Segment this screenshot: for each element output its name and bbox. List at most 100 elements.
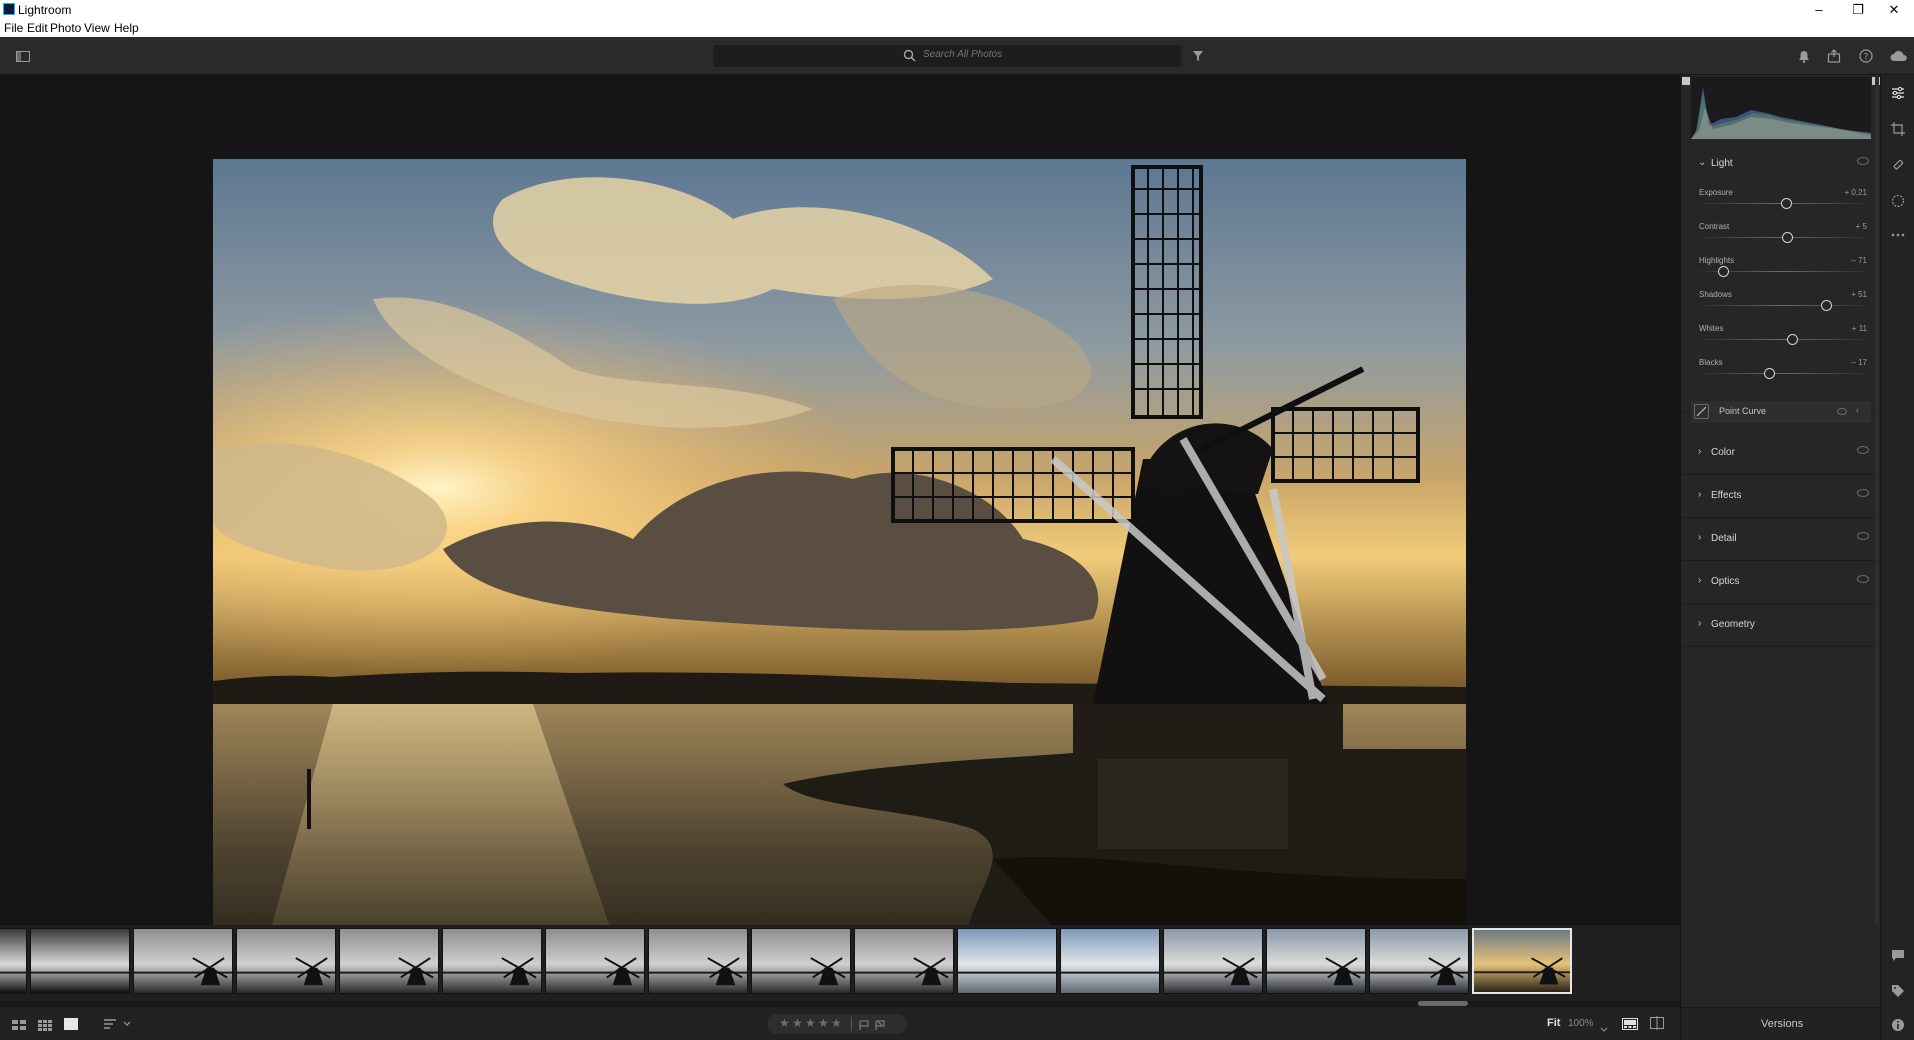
- chevron-down-icon[interactable]: [1600, 1020, 1608, 1038]
- star-5[interactable]: ★: [831, 1016, 842, 1030]
- filmstrip-thumbnail[interactable]: [1472, 928, 1572, 994]
- detail-section[interactable]: › Detail: [1681, 518, 1881, 561]
- slider-knob[interactable]: [1718, 266, 1730, 277]
- close-button[interactable]: ✕: [1874, 0, 1914, 20]
- slider-blacks[interactable]: Blacks – 17: [1699, 358, 1871, 392]
- effects-section-title[interactable]: Effects: [1711, 490, 1741, 501]
- eye-icon[interactable]: [1857, 489, 1869, 497]
- share-icon[interactable]: [1824, 46, 1844, 66]
- slider-value[interactable]: – 17: [1851, 358, 1867, 367]
- point-curve-row[interactable]: Point Curve ‹: [1691, 401, 1871, 423]
- menu-file[interactable]: File: [4, 21, 23, 35]
- flag-reject-icon[interactable]: [875, 1018, 885, 1036]
- chevron-right-icon[interactable]: ›: [1698, 489, 1701, 500]
- chevron-right-icon[interactable]: ›: [1698, 575, 1701, 586]
- filmstrip-thumbnail[interactable]: [854, 928, 954, 994]
- slider-value[interactable]: + 51: [1851, 290, 1867, 299]
- geometry-section[interactable]: › Geometry: [1681, 604, 1881, 647]
- slider-whites[interactable]: Whites + 11: [1699, 324, 1871, 358]
- masking-icon[interactable]: [1888, 191, 1908, 211]
- slider-track[interactable]: [1699, 373, 1867, 374]
- star-3[interactable]: ★: [805, 1016, 816, 1030]
- tag-icon[interactable]: [1888, 981, 1908, 1001]
- eye-icon[interactable]: [1857, 575, 1869, 583]
- search-input[interactable]: [923, 49, 1163, 60]
- filter-icon[interactable]: [1188, 46, 1208, 66]
- chevron-right-icon[interactable]: ›: [1698, 618, 1701, 629]
- filmstrip-thumbnail[interactable]: [751, 928, 851, 994]
- grid-large-icon[interactable]: [12, 1018, 26, 1036]
- menu-edit[interactable]: Edit: [27, 21, 48, 35]
- slider-knob[interactable]: [1820, 300, 1832, 311]
- help-icon[interactable]: ?: [1856, 46, 1876, 66]
- cloud-icon[interactable]: [1889, 46, 1909, 66]
- filmstrip-thumbnail[interactable]: [30, 928, 130, 994]
- slider-exposure[interactable]: Exposure + 0,21: [1699, 188, 1871, 222]
- more-icon[interactable]: [1888, 225, 1908, 245]
- slider-shadows[interactable]: Shadows + 51: [1699, 290, 1871, 324]
- eye-icon[interactable]: [1837, 408, 1847, 415]
- panel-scrollbar[interactable]: [1875, 75, 1879, 925]
- slider-knob[interactable]: [1781, 198, 1793, 209]
- search-box[interactable]: [713, 45, 1181, 67]
- slider-knob[interactable]: [1787, 334, 1799, 345]
- menu-view[interactable]: View: [84, 21, 110, 35]
- versions-button[interactable]: Versions: [1761, 1018, 1803, 1030]
- light-section-title[interactable]: Light: [1711, 158, 1733, 169]
- menu-photo[interactable]: Photo: [50, 21, 81, 35]
- edit-sliders-icon[interactable]: [1888, 83, 1908, 103]
- crop-icon[interactable]: [1888, 119, 1908, 139]
- slider-track[interactable]: [1699, 305, 1867, 306]
- optics-section-title[interactable]: Optics: [1711, 576, 1739, 587]
- clipping-shadows-toggle[interactable]: [1682, 77, 1690, 85]
- optics-section[interactable]: › Optics: [1681, 561, 1881, 604]
- slider-value[interactable]: – 71: [1851, 256, 1867, 265]
- chevron-right-icon[interactable]: ›: [1698, 446, 1701, 457]
- bell-icon[interactable]: [1794, 46, 1814, 66]
- filmstrip-thumbnail[interactable]: [648, 928, 748, 994]
- filmstrip-scroll-thumb[interactable]: [1418, 1001, 1468, 1006]
- chevron-right-icon[interactable]: ›: [1698, 532, 1701, 543]
- panel-toggle-icon[interactable]: [13, 46, 33, 66]
- filmstrip-thumbnail[interactable]: [133, 928, 233, 994]
- color-section[interactable]: › Color: [1681, 432, 1881, 475]
- sort-icon[interactable]: [104, 1017, 132, 1035]
- filmstrip-thumbnail[interactable]: [442, 928, 542, 994]
- star-1[interactable]: ★: [779, 1016, 790, 1030]
- slider-value[interactable]: + 0,21: [1845, 188, 1867, 197]
- star-2[interactable]: ★: [792, 1016, 803, 1030]
- slider-highlights[interactable]: Highlights – 71: [1699, 256, 1871, 290]
- color-section-title[interactable]: Color: [1711, 447, 1735, 458]
- fit-button[interactable]: Fit: [1547, 1017, 1560, 1029]
- info-icon[interactable]: [1888, 1015, 1908, 1035]
- compare-view-icon[interactable]: [1650, 1016, 1664, 1035]
- eye-icon[interactable]: [1857, 532, 1869, 540]
- geometry-section-title[interactable]: Geometry: [1711, 619, 1755, 630]
- menu-help[interactable]: Help: [114, 21, 139, 35]
- loupe-icon[interactable]: [64, 1017, 78, 1035]
- grid-small-icon[interactable]: [38, 1018, 52, 1036]
- comment-icon[interactable]: [1888, 945, 1908, 965]
- flag-pick-icon[interactable]: [859, 1018, 869, 1036]
- slider-knob[interactable]: [1782, 232, 1794, 243]
- chevron-left-icon[interactable]: ‹: [1856, 405, 1859, 415]
- filmstrip-thumbnail[interactable]: [1060, 928, 1160, 994]
- filmstrip-thumbnail[interactable]: [1369, 928, 1469, 994]
- zoom-level[interactable]: 100%: [1568, 1018, 1594, 1029]
- filmstrip-thumbnail[interactable]: [957, 928, 1057, 994]
- effects-section[interactable]: › Effects: [1681, 475, 1881, 518]
- filmstrip-thumbnail[interactable]: [0, 928, 27, 994]
- filmstrip-toggle-icon[interactable]: [1622, 1017, 1638, 1035]
- filmstrip-thumbnail[interactable]: [339, 928, 439, 994]
- slider-value[interactable]: + 5: [1856, 222, 1867, 231]
- eye-icon[interactable]: [1857, 446, 1869, 454]
- main-photo-windmill-sunset[interactable]: [213, 159, 1466, 994]
- filmstrip-thumbnail[interactable]: [545, 928, 645, 994]
- detail-section-title[interactable]: Detail: [1711, 533, 1737, 544]
- slider-track[interactable]: [1699, 339, 1867, 340]
- filmstrip-thumbnail[interactable]: [1266, 928, 1366, 994]
- slider-knob[interactable]: [1763, 368, 1775, 379]
- star-4[interactable]: ★: [818, 1016, 829, 1030]
- eye-icon[interactable]: [1857, 157, 1869, 165]
- healing-brush-icon[interactable]: [1888, 155, 1908, 175]
